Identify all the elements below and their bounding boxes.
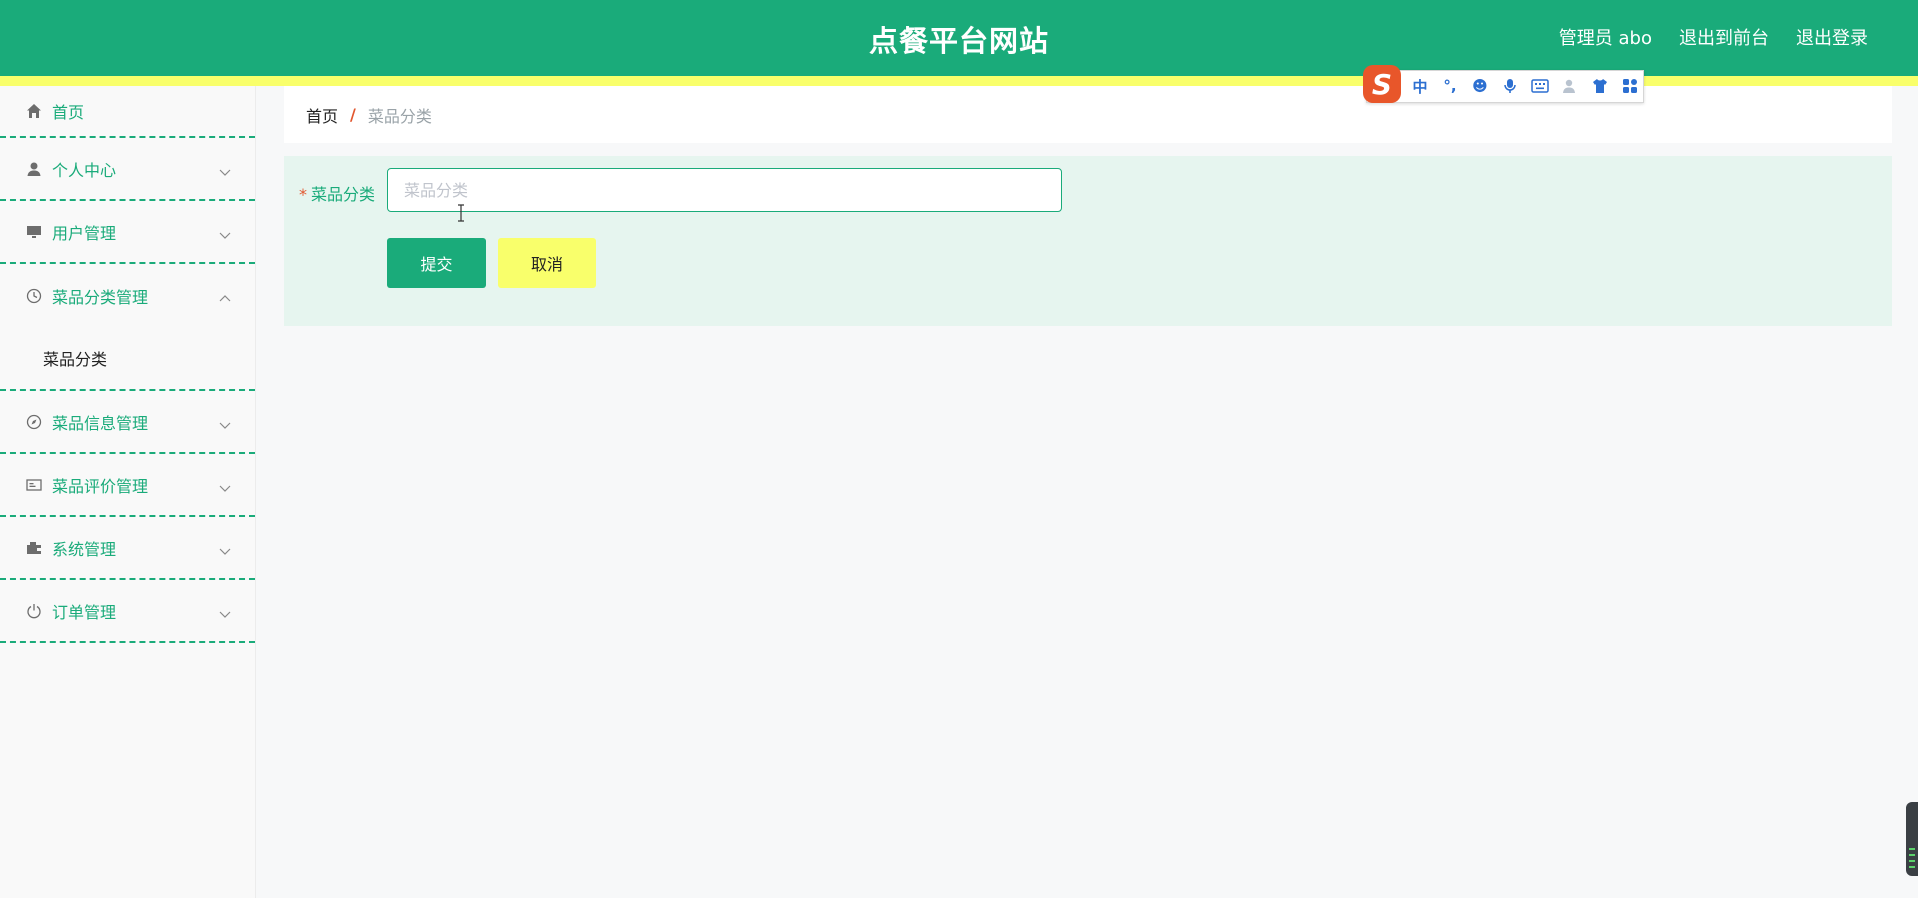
chevron-down-icon [219, 226, 231, 245]
level-bar [1909, 848, 1915, 850]
wallet-icon [25, 539, 43, 557]
breadcrumb-home-link[interactable]: 首页 [306, 103, 338, 127]
punctuation-icon[interactable]: °, [1439, 75, 1461, 97]
sidebar-item-label: 菜品分类管理 [52, 287, 149, 307]
admin-user-label[interactable]: 管理员 abo [1559, 24, 1652, 50]
sidebar-item-order-management[interactable]: 订单管理 [0, 580, 255, 643]
exit-to-front-link[interactable]: 退出到前台 [1679, 24, 1769, 50]
level-bar [1909, 860, 1915, 862]
sidebar-item-label: 订单管理 [52, 602, 117, 622]
power-icon [25, 602, 43, 620]
category-name-input[interactable] [387, 168, 1062, 212]
breadcrumb: 首页 / 菜品分类 [284, 86, 1892, 143]
sidebar-item-user-management[interactable]: 用户管理 [0, 201, 255, 264]
category-field-label: * 菜品分类 [299, 181, 375, 205]
compass-icon [25, 413, 43, 431]
sogou-logo-icon[interactable]: S [1363, 65, 1401, 103]
ime-toolbar-icons: 中 °, ☻ [1409, 75, 1641, 97]
cancel-button[interactable]: 取消 [498, 238, 596, 288]
chinese-mode-icon[interactable]: 中 [1409, 75, 1431, 97]
sidebar-item-label: 菜品评价管理 [52, 476, 149, 496]
keyboard-icon[interactable] [1529, 75, 1551, 97]
logout-link[interactable]: 退出登录 [1796, 24, 1868, 50]
required-mark: * [299, 185, 307, 204]
sidebar-item-system-management[interactable]: 系统管理 [0, 517, 255, 580]
apps-grid-icon[interactable] [1619, 75, 1641, 97]
breadcrumb-separator: / [350, 105, 356, 124]
top-header: 点餐平台网站 管理员 abo 退出到前台 退出登录 [0, 0, 1918, 76]
chevron-down-icon [219, 542, 231, 561]
sidebar-item-home[interactable]: 首页 [0, 86, 255, 138]
sidebar-item-dish-review-management[interactable]: 菜品评价管理 [0, 454, 255, 517]
submit-button[interactable]: 提交 [387, 238, 486, 288]
sidebar-item-label: 个人中心 [52, 160, 117, 180]
header-actions: 管理员 abo 退出到前台 退出登录 [1559, 24, 1868, 50]
microphone-icon[interactable] [1499, 75, 1521, 97]
sidebar-subitem-dish-category[interactable]: 菜品分类 [0, 327, 255, 391]
category-form: *菜品分类 提交 取消 [284, 156, 1892, 326]
category-label-text: 菜品分类 [311, 185, 376, 204]
sidebar-item-label: 系统管理 [52, 539, 117, 559]
chevron-down-icon [219, 479, 231, 498]
sidebar-item-dish-category-management[interactable]: 菜品分类管理 [0, 264, 255, 327]
chevron-down-icon [219, 605, 231, 624]
ime-toolbar[interactable]: S 中 °, ☻ [1363, 65, 1644, 103]
text-cursor-icon [456, 204, 466, 222]
sidebar-item-label: 菜品信息管理 [52, 413, 149, 433]
level-bar [1909, 854, 1915, 856]
sidebar: 首页 个人中心 用户管理 菜品分类管理 菜品分类 菜品信息管理 菜品评价管理 系… [0, 86, 256, 898]
sidebar-item-label: 用户管理 [52, 223, 117, 243]
chevron-up-icon [219, 290, 231, 309]
side-edge-widget[interactable] [1906, 802, 1918, 876]
home-icon [25, 102, 43, 120]
sidebar-item-dish-info-management[interactable]: 菜品信息管理 [0, 391, 255, 454]
clock-icon [25, 287, 43, 305]
breadcrumb-current: 菜品分类 [367, 106, 432, 126]
card-icon [25, 476, 43, 494]
emoji-icon[interactable]: ☻ [1469, 75, 1491, 97]
person-icon [25, 160, 43, 178]
chevron-down-icon [219, 163, 231, 182]
sidebar-item-label: 首页 [52, 103, 85, 122]
user-icon[interactable] [1559, 75, 1581, 97]
monitor-icon [25, 223, 43, 241]
level-bar [1909, 866, 1915, 868]
skin-shirt-icon[interactable] [1589, 75, 1611, 97]
sidebar-item-personal-center[interactable]: 个人中心 [0, 138, 255, 201]
chevron-down-icon [219, 416, 231, 435]
